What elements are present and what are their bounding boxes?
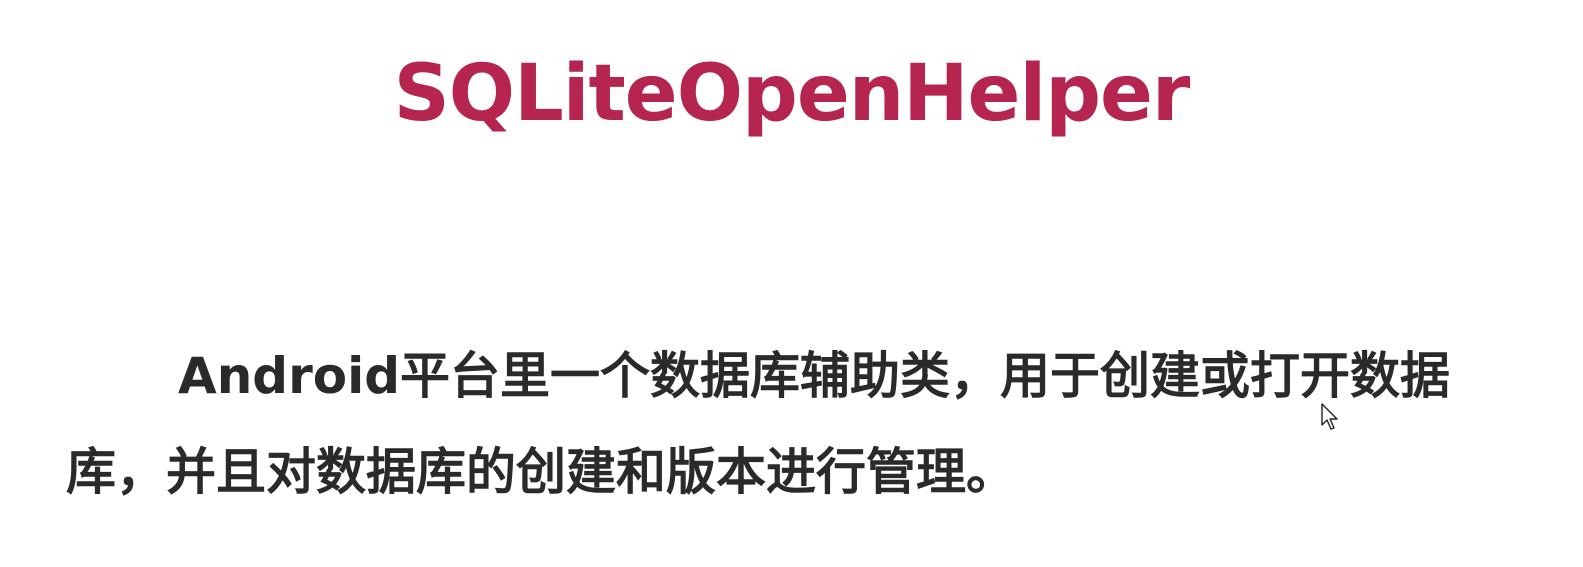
slide: SQLiteOpenHelper Android平台里一个数据库辅助类，用于创建… [0,0,1583,567]
slide-body-text: Android平台里一个数据库辅助类，用于创建或打开数据库，并且对数据库的创建和… [66,347,1451,501]
mouse-pointer-icon [1321,403,1338,430]
slide-title: SQLiteOpenHelper [393,49,1191,139]
